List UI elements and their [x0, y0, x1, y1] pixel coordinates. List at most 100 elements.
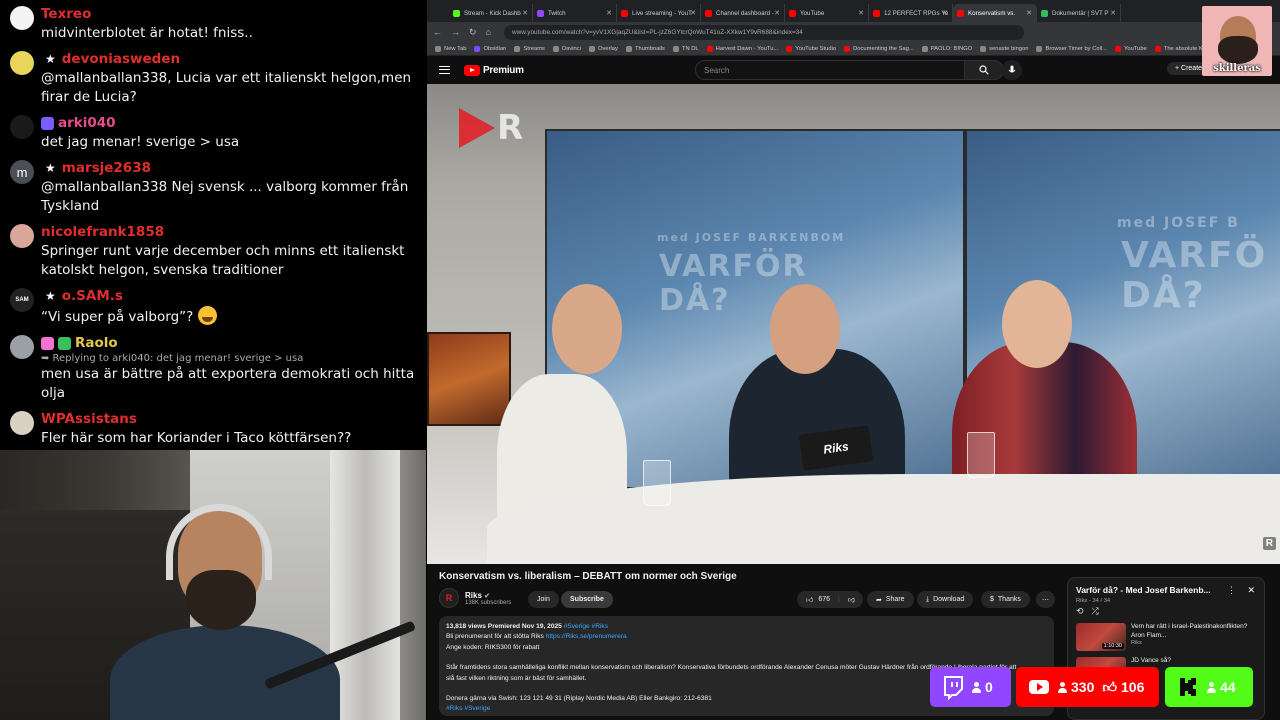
bookmark-item[interactable]: Documenting the Sag... [844, 45, 914, 52]
join-button[interactable]: Join [528, 591, 559, 608]
tab-label: Channel dashboard - [716, 9, 774, 17]
youtube-logo-icon[interactable] [464, 64, 480, 76]
browser-tab[interactable]: Twitch ✕ [533, 4, 617, 22]
close-tab-icon[interactable]: ✕ [858, 9, 864, 17]
bookmark-item[interactable]: Streams [514, 45, 545, 52]
browser-toolbar: ← → ↻ ⌂ www.youtube.com/watch?v=yvV1XG|a… [427, 22, 1280, 42]
bookmark-label: Overlay [597, 45, 618, 52]
bookmark-item[interactable]: YouTube [1115, 45, 1147, 52]
chat-username[interactable]: arki040 [58, 115, 116, 131]
youtube-premium-logo-text[interactable]: Premium [483, 65, 524, 76]
search-input[interactable]: Search [695, 60, 989, 80]
close-tab-icon[interactable]: ✕ [1110, 9, 1116, 17]
chat-username[interactable]: o.SAM.s [62, 288, 123, 304]
thanks-button[interactable]: $ Thanks [981, 591, 1030, 608]
browser-tab[interactable]: YouTube ✕ [785, 4, 869, 22]
bookmark-item[interactable]: Browser Timer by Coll... [1036, 45, 1107, 52]
playlist-thumbnail[interactable]: 1:10:30 [1076, 623, 1126, 651]
address-bar[interactable]: www.youtube.com/watch?v=yvV1XG|aqZU&list… [503, 24, 1024, 40]
bookmark-label: Davinci [561, 45, 581, 52]
menu-icon[interactable] [439, 66, 450, 74]
bookmark-item[interactable]: Harvest Dawn - YouTu... [706, 45, 778, 52]
bookmark-item[interactable]: YouTube Studio [786, 45, 836, 52]
chat-message: SAM ★ o.SAM.s “Vi super på valborg”? [10, 286, 418, 327]
browser-tab[interactable]: Dokumentär | SVT P ✕ [1037, 4, 1121, 22]
browser-tab[interactable]: Stream - Kick Dashb ✕ [449, 4, 533, 22]
screen-subtitle: med JOSEF BARKENBOM [657, 231, 846, 244]
browser-tab[interactable]: 12 PERFECT RPGs Yo ✕ [869, 4, 953, 22]
browser-tab-strip: Stream - Kick Dashb ✕ Twitch ✕ Live streamin… [427, 0, 1280, 22]
voice-search-button[interactable] [1002, 60, 1022, 80]
more-vert-icon[interactable]: ⋮ [1227, 585, 1236, 596]
video-player[interactable]: med JOSEF BARKENBOM VARFÖR DÅ? med JOSEF… [427, 84, 1280, 564]
chat-username[interactable]: Texreo [41, 6, 91, 22]
download-button[interactable]: ⤓ Download [917, 591, 974, 608]
bookmark-favicon-icon [1154, 45, 1161, 52]
microphone-icon [1008, 65, 1016, 73]
bookmark-item[interactable]: Overlay [588, 45, 618, 52]
close-tab-icon[interactable]: ✕ [606, 9, 612, 17]
wall-painting [427, 332, 511, 426]
subscribe-button[interactable]: Subscribe [561, 591, 613, 608]
close-icon[interactable]: ✕ [1247, 585, 1255, 596]
bookmark-item[interactable]: TN DL [672, 45, 699, 52]
subscribe-link[interactable]: https://Riks.se/prenumerera [546, 633, 627, 640]
forward-arrow-icon[interactable]: → [451, 27, 460, 37]
water-glass [967, 432, 995, 478]
close-tab-icon[interactable]: ✕ [522, 9, 528, 17]
close-tab-icon[interactable]: ✕ [774, 9, 780, 17]
close-tab-icon[interactable]: ✕ [1026, 9, 1032, 17]
chat-username[interactable]: devoniasweden [62, 51, 180, 67]
share-button[interactable]: ➦ Share [867, 591, 914, 608]
bookmark-item[interactable]: Davinci [552, 45, 581, 52]
like-button[interactable]: 👍︎ 676 | 👎︎ [797, 591, 863, 608]
playlist-item-title[interactable]: JD Vance så? [1131, 657, 1171, 666]
playlist-title[interactable]: Varför då? - Med Josef Barkenb... [1076, 585, 1226, 595]
chat-username[interactable]: WPAssistans [41, 411, 137, 427]
bookmark-favicon-icon [625, 45, 632, 52]
channel-name[interactable]: Riks ✔ [465, 591, 511, 600]
youtube-like-count: 106 [1121, 679, 1145, 695]
more-actions-button[interactable]: ⋯ [1036, 591, 1055, 608]
grin-sweat-emoji-icon [197, 306, 217, 325]
verified-icon: ✔ [484, 592, 491, 600]
browser-tab[interactable]: Live streaming - YouT ✕ [617, 4, 701, 22]
subscriber-count: 138K subscribers [465, 599, 512, 606]
chat-username[interactable]: Raolo [75, 335, 118, 351]
playlist-item[interactable]: 1:10:30 Vem har rätt i Israel-Palestinak… [1076, 623, 1256, 651]
profile-name: skilleras [1213, 63, 1261, 74]
bookmark-item[interactable]: PAOLO: BINGO [921, 45, 972, 52]
tab-favicon-icon [621, 9, 628, 17]
shuffle-icon[interactable]: ⤮ [1092, 606, 1099, 616]
chat-avatar [10, 115, 34, 139]
playlist-item-title[interactable]: Vem har rätt i Israel-Palestinakonflikte… [1131, 623, 1256, 640]
thumbs-down-icon[interactable]: 👎︎ [848, 595, 855, 604]
close-tab-icon[interactable]: ✕ [690, 9, 696, 17]
reload-icon[interactable]: ↻ [469, 27, 477, 38]
browser-tab[interactable]: Konservatism vs. ✕ [953, 4, 1037, 22]
search-button[interactable] [964, 60, 1004, 80]
tab-label: Konservatism vs. [968, 9, 1016, 17]
close-tab-icon[interactable]: ✕ [942, 9, 948, 17]
browser-tab[interactable]: Channel dashboard - ✕ [701, 4, 785, 22]
bookmark-item[interactable]: New Tab [435, 45, 466, 52]
video-duration: 1:10:30 [1101, 643, 1124, 649]
youtube-header: Premium Search + Create [427, 56, 1280, 84]
profile-beard [1218, 36, 1258, 64]
bookmark-item[interactable]: Thumbnails [625, 45, 665, 52]
hashtag-links[interactable]: #Riks #Sverige [446, 705, 490, 712]
hashtag-links[interactable]: #Sverige #Riks [564, 623, 608, 630]
star-badge-icon: ★ [45, 161, 56, 175]
bookmark-favicon-icon [588, 45, 595, 52]
tab-label: Dokumentär | SVT P [1052, 9, 1109, 17]
channel-info[interactable]: R Riks ✔ 138K subscribers [439, 588, 511, 608]
chat-username[interactable]: marsje2638 [62, 160, 151, 176]
back-arrow-icon[interactable]: ← [433, 27, 442, 37]
chat-username[interactable]: nicolefrank1858 [41, 224, 164, 240]
chat-message-text: men usa är bättre på att exportera demok… [41, 366, 415, 401]
loop-icon[interactable]: ⟲ [1076, 606, 1084, 616]
bookmark-item[interactable]: Obsidian [474, 45, 506, 52]
home-icon[interactable]: ⌂ [486, 27, 491, 37]
channel-avatar[interactable]: R [439, 588, 459, 608]
bookmark-item[interactable]: senaste bingon [980, 45, 1028, 52]
